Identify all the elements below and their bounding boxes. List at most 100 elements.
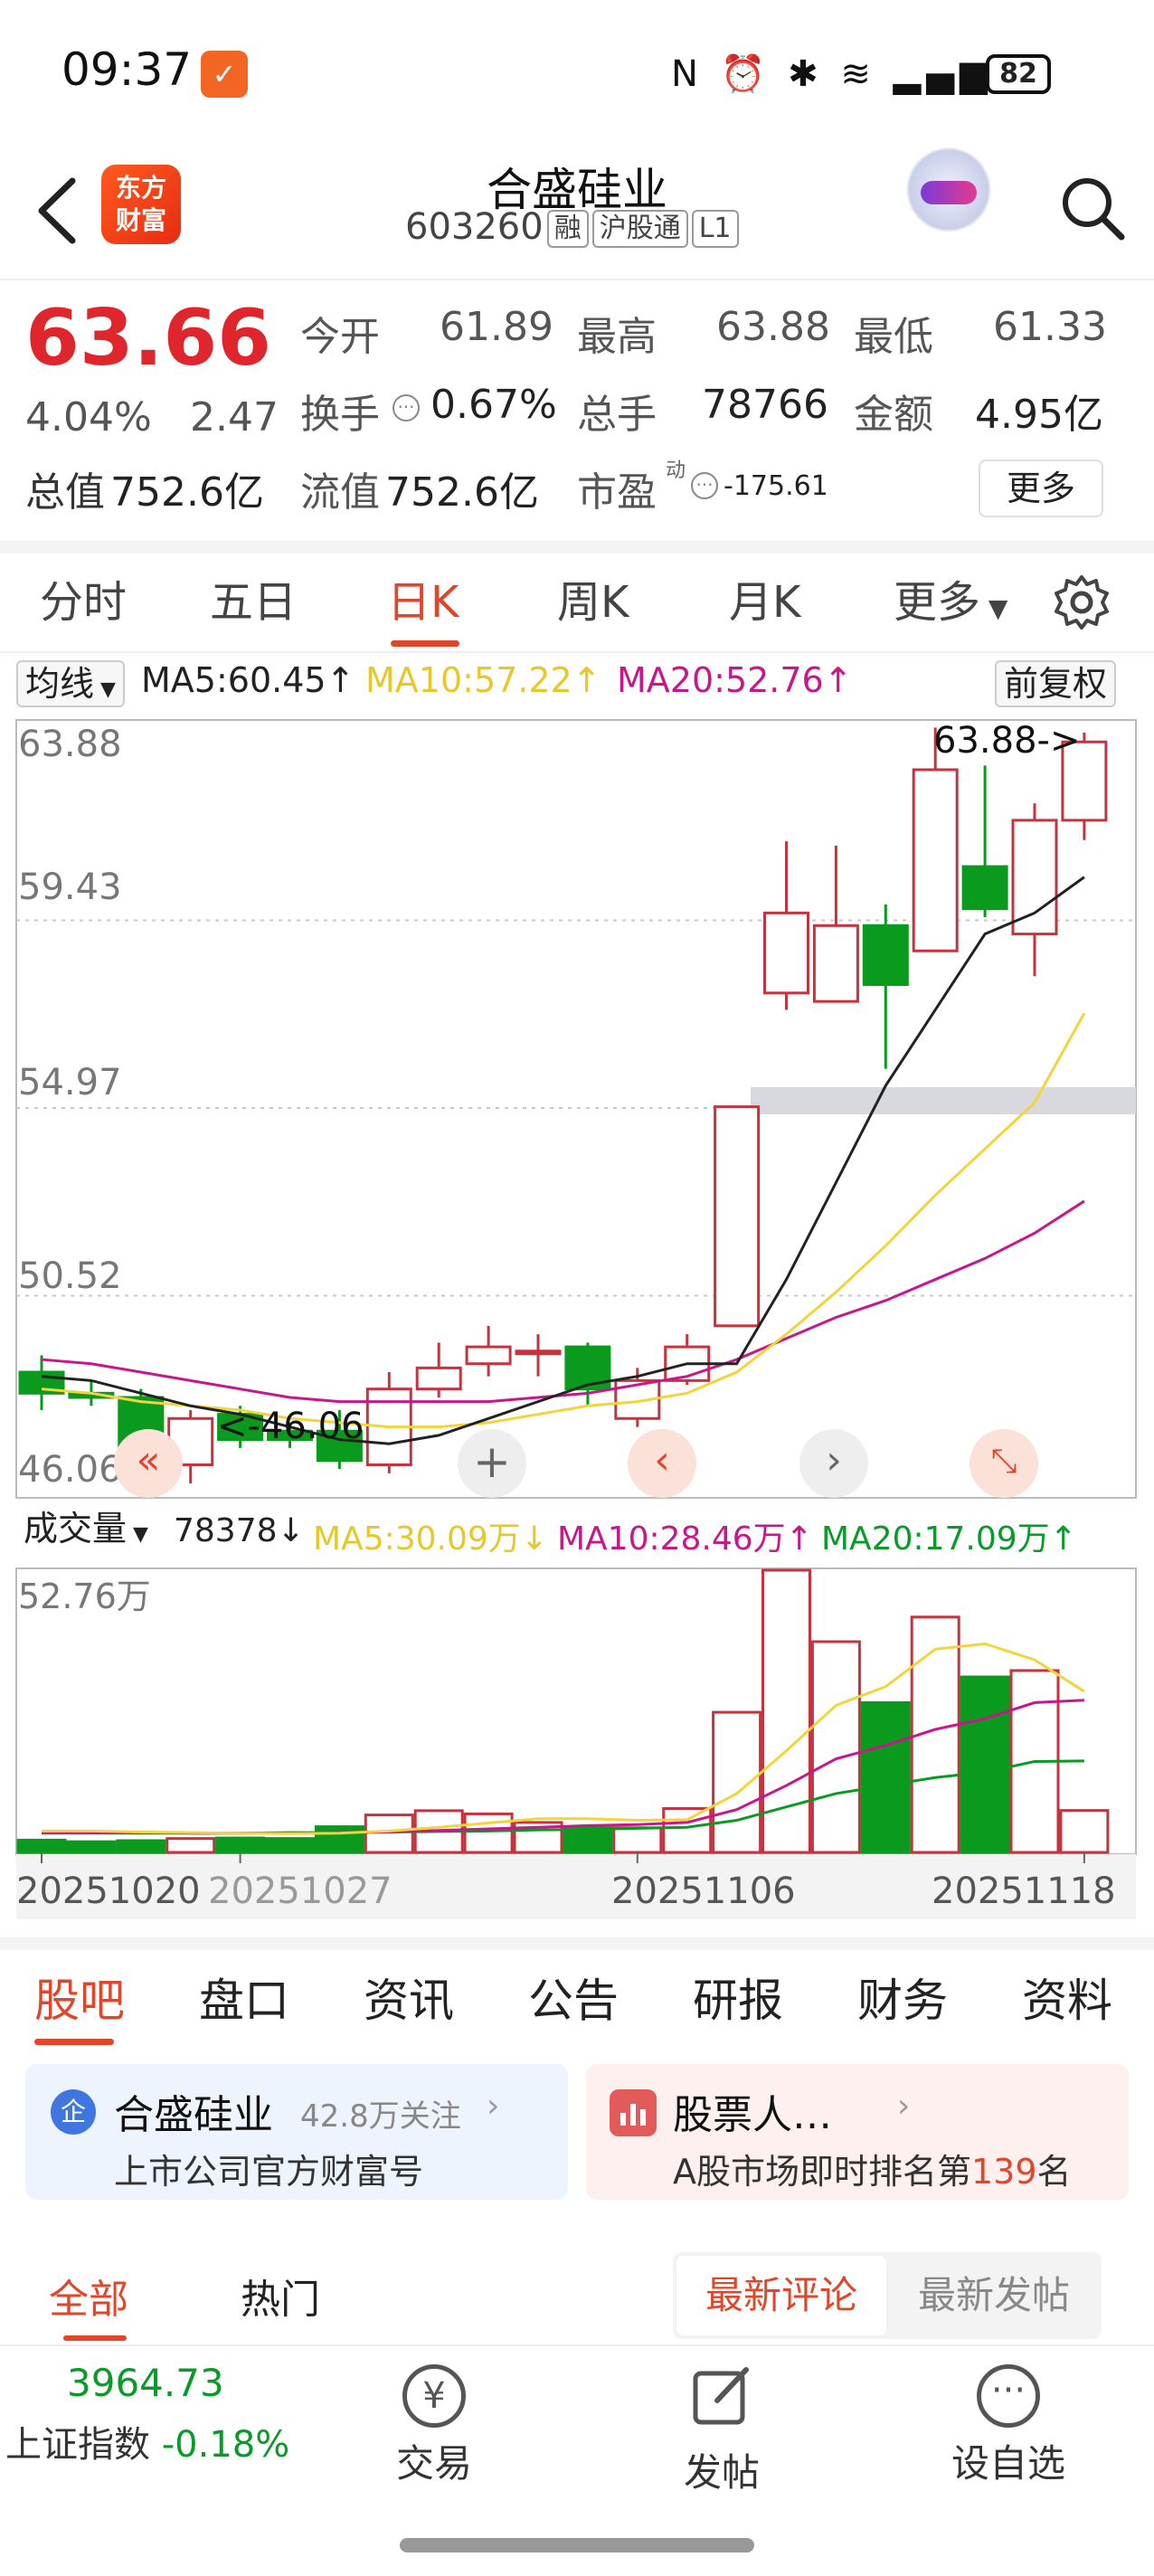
tab-order-book[interactable]: 盘口 [199, 1965, 289, 2030]
candle-body [714, 1105, 761, 1328]
nav-trade-label: 交易 [395, 2441, 472, 2486]
open-label: 今开 [300, 314, 380, 360]
tab-daily-k[interactable]: 日K [387, 566, 459, 630]
volume-label: 总手 [577, 392, 657, 438]
turnover-value: 0.67% [430, 382, 557, 428]
search-icon[interactable] [1056, 172, 1129, 244]
volume-ma20: MA20:17.09万↑ [821, 1520, 1077, 1558]
tag-margin: 融 [546, 210, 589, 248]
low-price-marker: <-46.06 [217, 1406, 364, 1447]
tab-intraday[interactable]: 分时 [40, 566, 127, 630]
section-divider [0, 1937, 1154, 1950]
zoom-in-icon[interactable]: + [458, 1429, 526, 1498]
volume-bar [364, 1814, 414, 1854]
total-value-label: 总值 [25, 469, 105, 516]
card-title: 合盛硅业 [114, 2092, 273, 2138]
dropdown-triangle-icon: ▼ [980, 593, 1008, 623]
status-time: 09:37 [61, 43, 193, 96]
current-price: 63.66 [25, 293, 272, 384]
battery-icon: 82 [986, 54, 1051, 94]
ranking-chart-icon [610, 2089, 657, 2136]
ma5-value: MA5:60.45↑ [141, 660, 355, 700]
pe-info-icon[interactable]: ··· [691, 472, 718, 499]
date-label: 20251020 [16, 1870, 201, 1912]
price-axis-label: 50.52 [18, 1255, 122, 1297]
volume-bar [563, 1826, 613, 1854]
index-label[interactable]: 上证指数 -0.18% [5, 2415, 289, 2467]
candle-body [1011, 819, 1058, 936]
volume-indicator-selector[interactable]: 成交量 ▼ [16, 1507, 156, 1554]
dropdown-triangle-icon: ▼ [94, 678, 116, 701]
price-axis-label: 46.06 [18, 1449, 122, 1491]
status-bar: 09:37 ✓ N ⏰ ✱ ≋ ▂▄▆ 82 [0, 0, 1154, 145]
settings-gear-icon[interactable] [1053, 573, 1111, 631]
sort-latest-post[interactable]: 最新发帖 [890, 2256, 1098, 2335]
stock-person-card[interactable]: 股票人… › A股市场即时排名第139名 [586, 2064, 1129, 2200]
scroll-left-icon[interactable]: ‹ [628, 1429, 696, 1498]
high-price-marker: 63.88-> [933, 720, 1081, 762]
volume-bar [66, 1840, 117, 1854]
scroll-to-start-icon[interactable]: « [114, 1429, 183, 1498]
adjust-mode-button[interactable]: 前复权 [995, 660, 1117, 707]
info-icon[interactable]: ··· [393, 394, 420, 421]
kline-chart[interactable] [0, 653, 1154, 1937]
ma-selector-label: 均线 [25, 664, 95, 704]
stock-code: 603260 [405, 206, 544, 248]
ma20-line [41, 1199, 1085, 1404]
volume-bar [265, 1837, 315, 1854]
tab-research[interactable]: 研报 [693, 1965, 783, 2030]
nav-trade[interactable]: ¥ 交易 [380, 2364, 488, 2488]
volume-bar [166, 1837, 216, 1854]
feed-tab-all[interactable]: 全部 [49, 2267, 128, 2325]
pe-value: -175.61 [724, 470, 828, 502]
volume-bar [612, 1826, 663, 1854]
assistant-robot-icon[interactable] [901, 147, 997, 242]
tab-weekly-k[interactable]: 周K [557, 566, 629, 630]
volume-ma10: MA10:28.46万↑ [557, 1520, 813, 1558]
volume-bar [116, 1839, 166, 1854]
tab-five-day[interactable]: 五日 [210, 566, 297, 630]
enterprise-badge-icon: 企 [51, 2089, 96, 2135]
candle-body [961, 865, 1008, 911]
nav-add-watchlist[interactable]: ··· 设自选 [941, 2364, 1076, 2488]
scroll-right-icon[interactable]: › [799, 1429, 868, 1498]
rank-suffix: 名 [1036, 2152, 1072, 2192]
turnover-label: 换手 [300, 392, 380, 438]
date-label: 20251027 [208, 1870, 393, 1912]
chevron-right-icon: › [487, 2088, 500, 2125]
price-axis-label: 54.97 [18, 1062, 122, 1103]
amount-label: 金额 [854, 392, 933, 438]
active-tab-indicator [34, 2039, 114, 2045]
ma10-value: MA10:57.22↑ [365, 660, 601, 700]
tab-monthly-k[interactable]: 月K [729, 566, 800, 630]
more-button[interactable]: 更多 [979, 459, 1103, 517]
tab-profile[interactable]: 资料 [1022, 1965, 1112, 2030]
float-value: 752.6亿 [385, 469, 539, 516]
tab-more[interactable]: 更多 ▼ [894, 566, 1007, 630]
change-amount: 2.47 [190, 394, 279, 440]
tab-news[interactable]: 资讯 [364, 1965, 454, 2030]
rank-prefix: A股市场即时排名第 [673, 2152, 971, 2192]
volume-bar [662, 1807, 713, 1854]
system-icons: N ⏰ ✱ ≋ ▂▄▆ [671, 53, 993, 95]
yen-icon: ¥ [402, 2364, 466, 2428]
sort-latest-comment[interactable]: 最新评论 [676, 2256, 886, 2335]
pe-superscript: 动 [666, 459, 686, 482]
tab-financials[interactable]: 财务 [857, 1965, 948, 2030]
feed-tab-hot[interactable]: 热门 [241, 2267, 320, 2325]
fullscreen-icon[interactable]: ⤡ [970, 1429, 1038, 1498]
volume-bar [712, 1710, 762, 1854]
ma-selector[interactable]: 均线 ▼ [16, 660, 125, 707]
volume-bar [860, 1700, 911, 1854]
nav-post[interactable]: 发帖 [667, 2364, 776, 2497]
volume-axis-max: 52.76万 [18, 1577, 151, 1616]
low-value: 61.33 [993, 304, 1107, 350]
feed-tabs: 全部 热门 最新评论 最新发帖 [0, 2212, 1154, 2341]
rank-number: 139 [971, 2152, 1037, 2192]
date-label: 20251106 [611, 1870, 796, 1912]
tab-announcements[interactable]: 公告 [528, 1965, 619, 2030]
chevron-right-icon: › [897, 2088, 911, 2125]
index-value[interactable]: 3964.73 [67, 2361, 224, 2405]
tab-guba[interactable]: 股吧 [34, 1965, 125, 2030]
official-account-card[interactable]: 企 合盛硅业 42.8万关注 › 上市公司官方财富号 [25, 2064, 568, 2200]
